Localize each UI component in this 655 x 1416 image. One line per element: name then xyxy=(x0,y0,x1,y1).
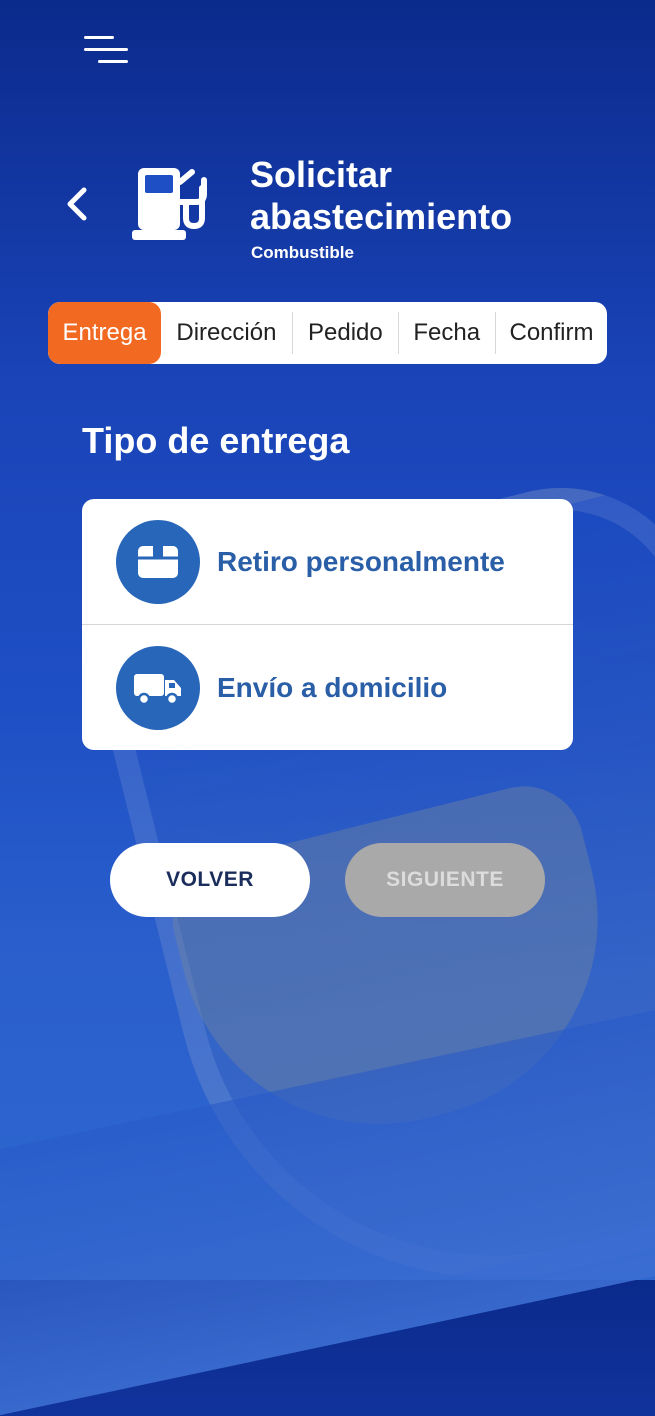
step-tabs: Entrega Dirección Pedido Fecha Confirm xyxy=(48,302,607,364)
tab-entrega[interactable]: Entrega xyxy=(48,302,162,364)
option-retiro-personalmente[interactable]: Retiro personalmente xyxy=(82,499,573,624)
option-label: Retiro personalmente xyxy=(217,545,505,577)
hamburger-menu-icon[interactable] xyxy=(84,36,128,64)
chevron-left-icon[interactable] xyxy=(62,184,94,224)
tab-pedido[interactable]: Pedido xyxy=(293,302,398,364)
truck-icon xyxy=(116,645,200,730)
volver-button[interactable]: VOLVER xyxy=(110,843,310,917)
box-icon xyxy=(116,519,200,604)
tab-fecha[interactable]: Fecha xyxy=(399,302,495,364)
delivery-options-card: Retiro personalmente Envío a domicilio xyxy=(82,499,573,750)
option-label: Envío a domicilio xyxy=(217,671,448,703)
section-title: Tipo de entrega xyxy=(82,420,350,461)
option-envio-a-domicilio[interactable]: Envío a domicilio xyxy=(82,625,573,750)
fuel-pump-icon xyxy=(130,162,214,246)
page-subtitle: Combustible xyxy=(251,243,354,262)
tab-confirmacion[interactable]: Confirm xyxy=(495,302,607,364)
page-title: Solicitar abastecimiento xyxy=(250,154,513,237)
tab-direccion[interactable]: Dirección xyxy=(161,302,292,364)
siguiente-button[interactable]: SIGUIENTE xyxy=(345,843,545,917)
